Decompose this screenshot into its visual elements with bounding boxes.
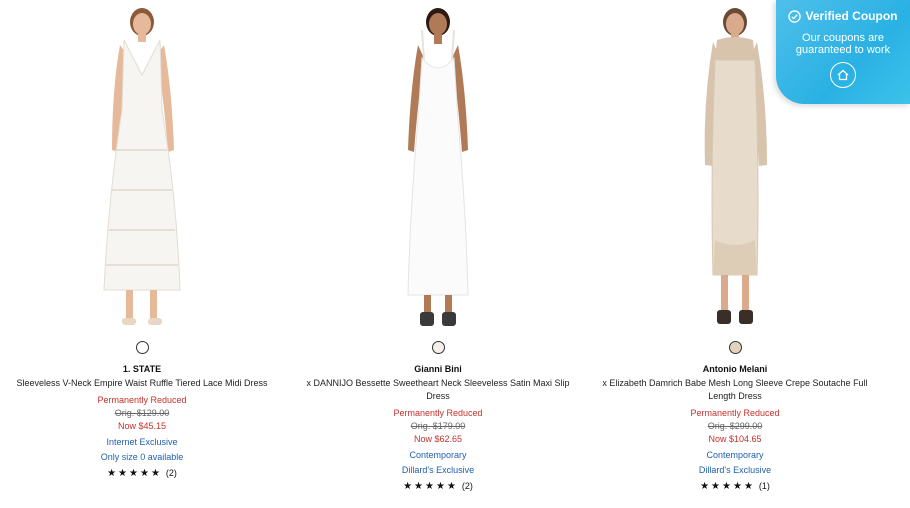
product-grid: 1. STATE Sleeveless V-Neck Empire Waist …	[0, 0, 910, 508]
color-swatch[interactable]	[431, 341, 445, 354]
review-count: (2)	[165, 468, 177, 478]
product-tag: Only size 0 available	[100, 452, 184, 462]
star-rating-icon: ★★★★★	[700, 481, 755, 492]
product-tag: Internet Exclusive	[106, 437, 178, 447]
product-image[interactable]	[0, 0, 292, 335]
house-icon	[837, 69, 849, 81]
product-name[interactable]: x DANNIJO Bessette Sweetheart Neck Sleev…	[294, 377, 582, 403]
original-price: Orig. $179.00	[410, 421, 466, 431]
product-tag: Contemporary	[706, 450, 764, 460]
coupon-subtitle-line: Our coupons are	[802, 32, 884, 44]
rating[interactable]: ★★★★★ (2)	[288, 480, 588, 493]
house-logo-icon[interactable]	[830, 62, 856, 88]
reduced-label: Permanently Reduced	[97, 395, 187, 405]
product-tag: Contemporary	[409, 450, 467, 460]
product-card[interactable]: Gianni Bini x DANNIJO Bessette Sweethear…	[288, 0, 588, 493]
product-card[interactable]: 1. STATE Sleeveless V-Neck Empire Waist …	[0, 0, 292, 480]
coupon-subtitle-line: guaranteed to work	[795, 44, 891, 56]
original-price: Orig. $129.00	[114, 408, 170, 418]
product-brand[interactable]: Antonio Melani	[585, 364, 885, 375]
product-image[interactable]	[288, 0, 588, 335]
reduced-label: Permanently Reduced	[393, 408, 483, 418]
star-rating-icon: ★★★★★	[403, 481, 458, 492]
color-swatch[interactable]	[135, 341, 149, 354]
product-brand[interactable]: 1. STATE	[0, 364, 292, 375]
star-rating-icon: ★★★★★	[107, 468, 162, 479]
sale-price: Now $45.15	[117, 421, 167, 431]
check-circle-icon	[788, 9, 802, 23]
reduced-label: Permanently Reduced	[690, 408, 780, 418]
product-name[interactable]: Sleeveless V-Neck Empire Waist Ruffle Ti…	[0, 377, 286, 390]
original-price: Orig. $299.00	[707, 421, 763, 431]
product-name[interactable]: x Elizabeth Damrich Babe Mesh Long Sleev…	[591, 377, 879, 403]
coupon-header: Verified Coupon	[776, 9, 910, 23]
coupon-title: Verified Coupon	[805, 9, 898, 23]
dress-photo-white-satin	[407, 8, 469, 326]
color-swatch[interactable]	[728, 341, 742, 354]
coupon-subtitle: Our coupons are guaranteed to work	[776, 32, 910, 56]
product-tag: Dillard's Exclusive	[698, 465, 772, 475]
sale-price: Now $104.65	[708, 434, 762, 444]
product-brand[interactable]: Gianni Bini	[288, 364, 588, 375]
review-count: (1)	[758, 481, 770, 491]
rating[interactable]: ★★★★★ (1)	[585, 480, 885, 493]
sale-price: Now $62.65	[413, 434, 463, 444]
dress-photo-white-lace	[103, 8, 181, 325]
verified-coupon-badge[interactable]: Verified Coupon Our coupons are guarante…	[776, 0, 910, 104]
product-tag: Dillard's Exclusive	[401, 465, 475, 475]
rating[interactable]: ★★★★★ (2)	[0, 467, 292, 480]
review-count: (2)	[461, 481, 473, 491]
